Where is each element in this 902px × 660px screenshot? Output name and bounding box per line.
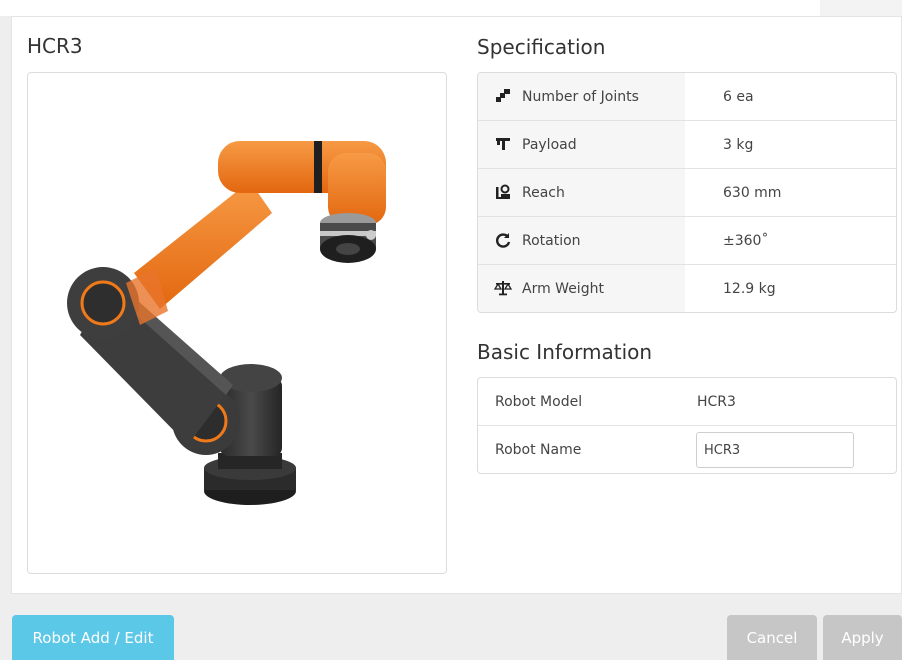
spec-value: ±360˚ (723, 232, 769, 249)
spec-row-rotation: Rotation ±360˚ (478, 217, 896, 265)
apply-button[interactable]: Apply (823, 615, 902, 660)
spec-value: 3 kg (723, 136, 754, 153)
top-strip (0, 0, 902, 16)
robot-model-value: HCR3 (697, 393, 736, 410)
spec-label: Reach (522, 184, 565, 201)
rotation-icon (494, 231, 512, 249)
spec-label: Number of Joints (522, 88, 639, 105)
basic-information-title: Basic Information (477, 340, 653, 364)
basic-information-table: Robot Model HCR3 Robot Name (477, 377, 897, 474)
spec-label-cell: Rotation (478, 217, 685, 264)
joints-icon (494, 87, 512, 105)
spec-row-joints: Number of Joints 6 ea (478, 73, 896, 121)
spec-row-reach: Reach 630 mm (478, 169, 896, 217)
specification-title: Specification (477, 35, 606, 59)
robot-model-label: Robot Model (495, 393, 583, 410)
spec-value: 6 ea (723, 88, 754, 105)
spec-value: 12.9 kg (723, 280, 776, 297)
specification-table: Number of Joints 6 ea Payload 3 kg Reach… (477, 72, 897, 313)
payload-icon (494, 135, 512, 153)
robot-title: HCR3 (27, 34, 83, 58)
spec-label: Arm Weight (522, 280, 604, 297)
spec-label-cell: Payload (478, 121, 685, 168)
spec-label-cell: Arm Weight (478, 265, 685, 312)
scale-icon (494, 279, 512, 297)
spec-value: 630 mm (723, 184, 782, 201)
robot-image-panel (27, 72, 447, 574)
robot-name-input[interactable] (696, 432, 854, 468)
spec-label: Payload (522, 136, 577, 153)
cancel-button[interactable]: Cancel (727, 615, 817, 660)
basic-row-model: Robot Model HCR3 (478, 378, 896, 426)
spec-label-cell: Number of Joints (478, 73, 685, 120)
spec-label: Rotation (522, 232, 581, 249)
spec-row-arm-weight: Arm Weight 12.9 kg (478, 265, 896, 312)
spec-row-payload: Payload 3 kg (478, 121, 896, 169)
robot-arm-image (67, 141, 386, 505)
robot-name-label: Robot Name (495, 441, 582, 458)
basic-row-name: Robot Name (478, 426, 896, 473)
spec-label-cell: Reach (478, 169, 685, 216)
top-strip-shade (820, 0, 902, 16)
reach-icon (494, 183, 512, 201)
robot-add-edit-button[interactable]: Robot Add / Edit (12, 615, 174, 660)
